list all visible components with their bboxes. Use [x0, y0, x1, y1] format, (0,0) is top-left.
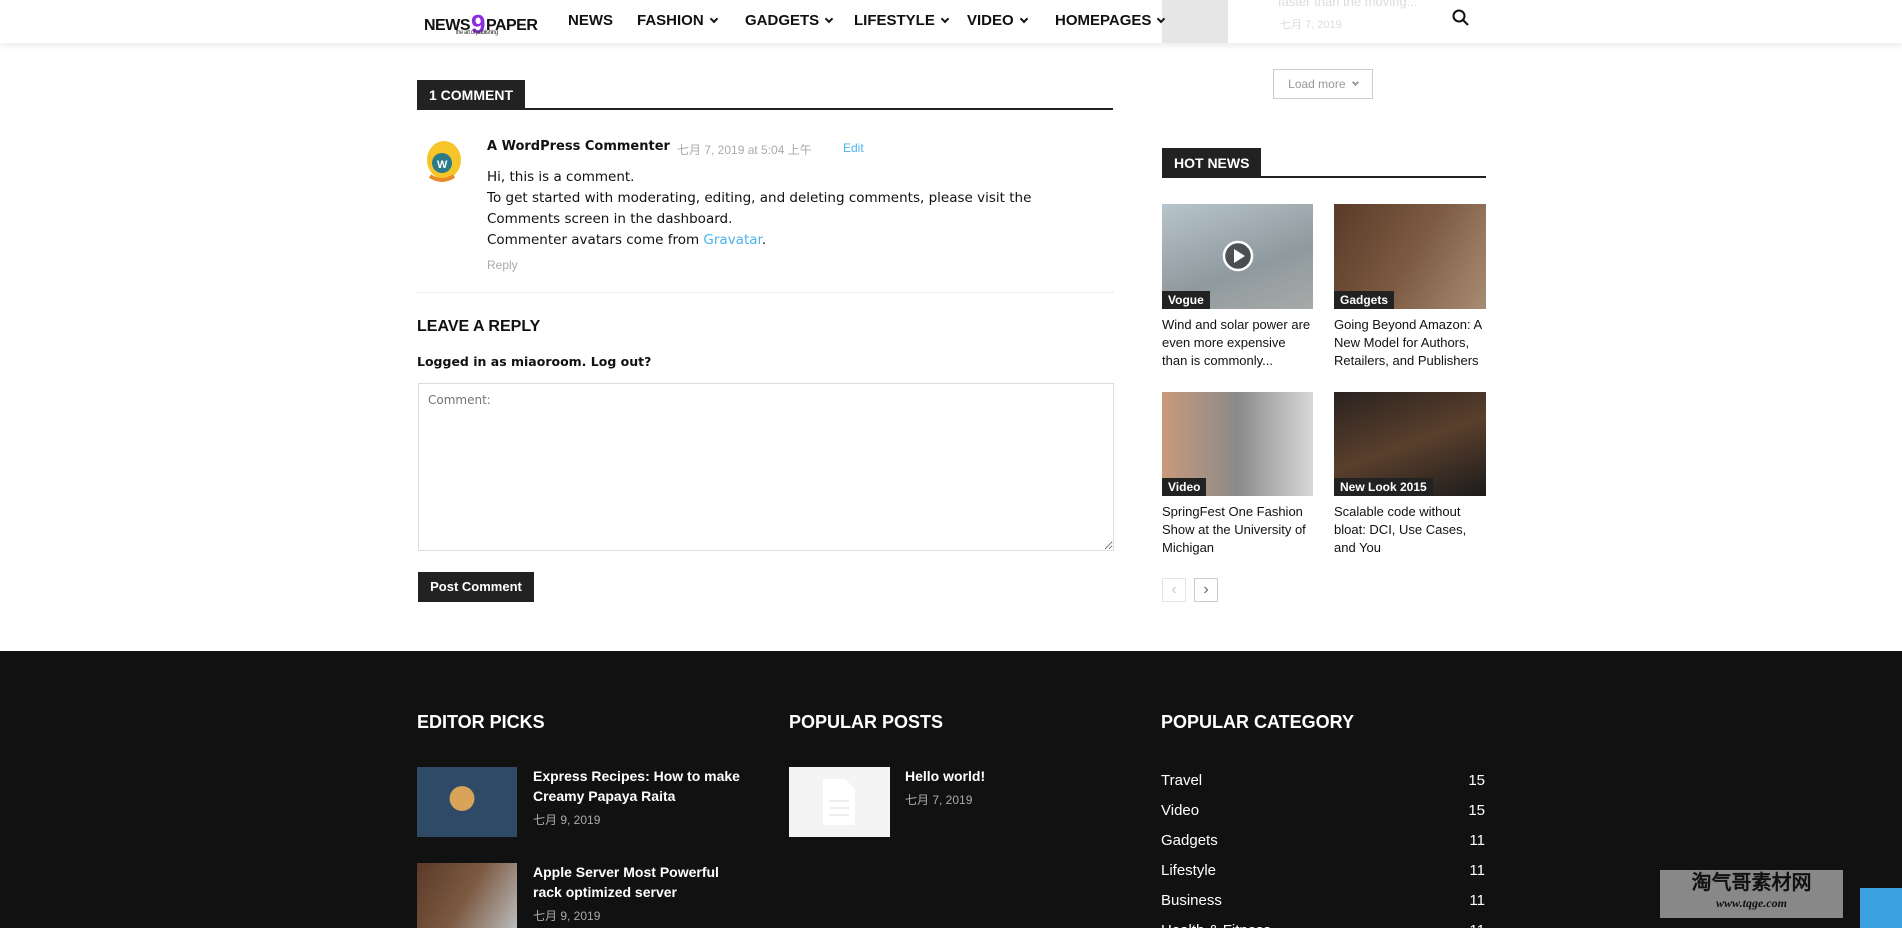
post-title[interactable]: Hello world! — [905, 766, 1115, 786]
post-title[interactable]: Apple Server Most Powerful rack optimize… — [533, 862, 743, 902]
editor-picks-heading: EDITOR PICKS — [417, 712, 545, 732]
chevron-down-icon — [1019, 14, 1028, 24]
comment-date[interactable]: 七月 7, 2019 at 5:04 上午 — [677, 141, 812, 158]
footer — [0, 651, 1902, 928]
popular-category-heading: POPULAR CATEGORY — [1161, 712, 1355, 732]
site-logo[interactable]: NEWS9PAPER the art of publishing — [424, 6, 538, 39]
chevron-down-icon — [940, 14, 950, 24]
nav-news[interactable]: NEWS — [568, 12, 613, 29]
reply-heading: LEAVE A REPLY — [417, 318, 541, 335]
category-item[interactable]: Gadgets 11 — [1161, 832, 1485, 849]
load-more-button[interactable]: Load more — [1273, 69, 1373, 99]
post-thumbnail[interactable] — [417, 863, 517, 928]
chevron-down-icon — [1351, 78, 1359, 87]
category-item[interactable]: Health & Fitness 11 — [1161, 922, 1485, 939]
nav-gadgets[interactable]: GADGETS — [745, 12, 834, 29]
comment-line: Commenter avatars come from Gravatar. — [487, 232, 767, 248]
faded-date: 七月 7, 2019 — [1280, 19, 1342, 31]
prev-page-button[interactable]: ‹ — [1162, 578, 1186, 602]
svg-text:W: W — [437, 159, 448, 171]
play-icon[interactable] — [1222, 240, 1254, 272]
divider — [417, 292, 1113, 293]
watermark: 淘气哥素材网 www.tqge.com — [1660, 870, 1843, 918]
category-label[interactable]: Vogue — [1162, 291, 1210, 309]
comment-textarea[interactable] — [418, 383, 1114, 551]
chevron-down-icon — [824, 14, 834, 24]
faded-thumbnail — [1162, 0, 1228, 43]
document-icon — [823, 779, 855, 825]
search-icon[interactable] — [1452, 9, 1470, 27]
comments-heading: 1 COMMENT — [417, 80, 525, 110]
post-thumbnail[interactable] — [789, 767, 890, 837]
nav-homepages[interactable]: HOMEPAGES — [1055, 12, 1166, 29]
back-to-top-button[interactable] — [1860, 888, 1902, 928]
comment-author[interactable]: A WordPress Commenter — [487, 139, 670, 154]
category-item[interactable]: Lifestyle 11 — [1161, 862, 1485, 879]
top-nav: NEWS9PAPER the art of publishing NEWS FAS… — [0, 0, 1902, 43]
hot-news-image[interactable]: Gadgets — [1334, 204, 1486, 309]
hot-news-title[interactable]: Going Beyond Amazon: A New Model for Aut… — [1334, 316, 1486, 370]
nav-fashion[interactable]: FASHION — [637, 12, 718, 29]
gravatar-link[interactable]: Gravatar — [703, 232, 761, 248]
hot-news-image[interactable]: Vogue — [1162, 204, 1313, 309]
post-comment-button[interactable]: Post Comment — [418, 572, 534, 602]
nav-video[interactable]: VIDEO — [967, 12, 1028, 29]
divider — [1162, 176, 1486, 178]
category-label[interactable]: New Look 2015 — [1334, 478, 1433, 496]
hot-news-heading: HOT NEWS — [1162, 148, 1262, 178]
reply-link[interactable]: Reply — [487, 258, 518, 272]
post-title[interactable]: Express Recipes: How to make Creamy Papa… — [533, 766, 743, 806]
divider — [417, 108, 1113, 110]
category-label[interactable]: Gadgets — [1334, 291, 1395, 309]
hot-news-image[interactable]: Video — [1162, 392, 1313, 496]
category-item[interactable]: Video 15 — [1161, 802, 1485, 819]
comment-line: Comments screen in the dashboard. — [487, 211, 733, 227]
comment-body: Hi, this is a comment. To get started wi… — [487, 167, 1107, 251]
hot-news-title[interactable]: Wind and solar power are even more expen… — [1162, 316, 1314, 370]
comment-line: To get started with moderating, editing,… — [487, 190, 1032, 206]
post-date: 七月 9, 2019 — [533, 909, 601, 923]
chevron-down-icon — [709, 14, 718, 24]
post-date: 七月 9, 2019 — [533, 813, 601, 827]
hot-news-image[interactable]: New Look 2015 — [1334, 392, 1486, 496]
avatar: W — [422, 138, 465, 182]
logged-in-text[interactable]: Logged in as miaoroom. Log out? — [417, 354, 651, 369]
category-item[interactable]: Business 11 — [1161, 892, 1485, 909]
hot-news-title[interactable]: Scalable code without bloat: DCI, Use Ca… — [1334, 503, 1486, 557]
hot-news-title[interactable]: SpringFest One Fashion Show at the Unive… — [1162, 503, 1314, 557]
popular-posts-heading: POPULAR POSTS — [789, 712, 944, 732]
nav-lifestyle[interactable]: LIFESTYLE — [854, 12, 950, 29]
post-date: 七月 7, 2019 — [905, 793, 973, 807]
next-page-button[interactable]: › — [1194, 578, 1218, 602]
category-label[interactable]: Video — [1162, 478, 1207, 496]
comment-line: Hi, this is a comment. — [487, 169, 635, 185]
faded-title: faster than the moving... — [1278, 0, 1418, 9]
post-thumbnail[interactable] — [417, 767, 517, 837]
edit-link[interactable]: Edit — [843, 141, 864, 155]
category-item[interactable]: Travel 15 — [1161, 772, 1485, 789]
